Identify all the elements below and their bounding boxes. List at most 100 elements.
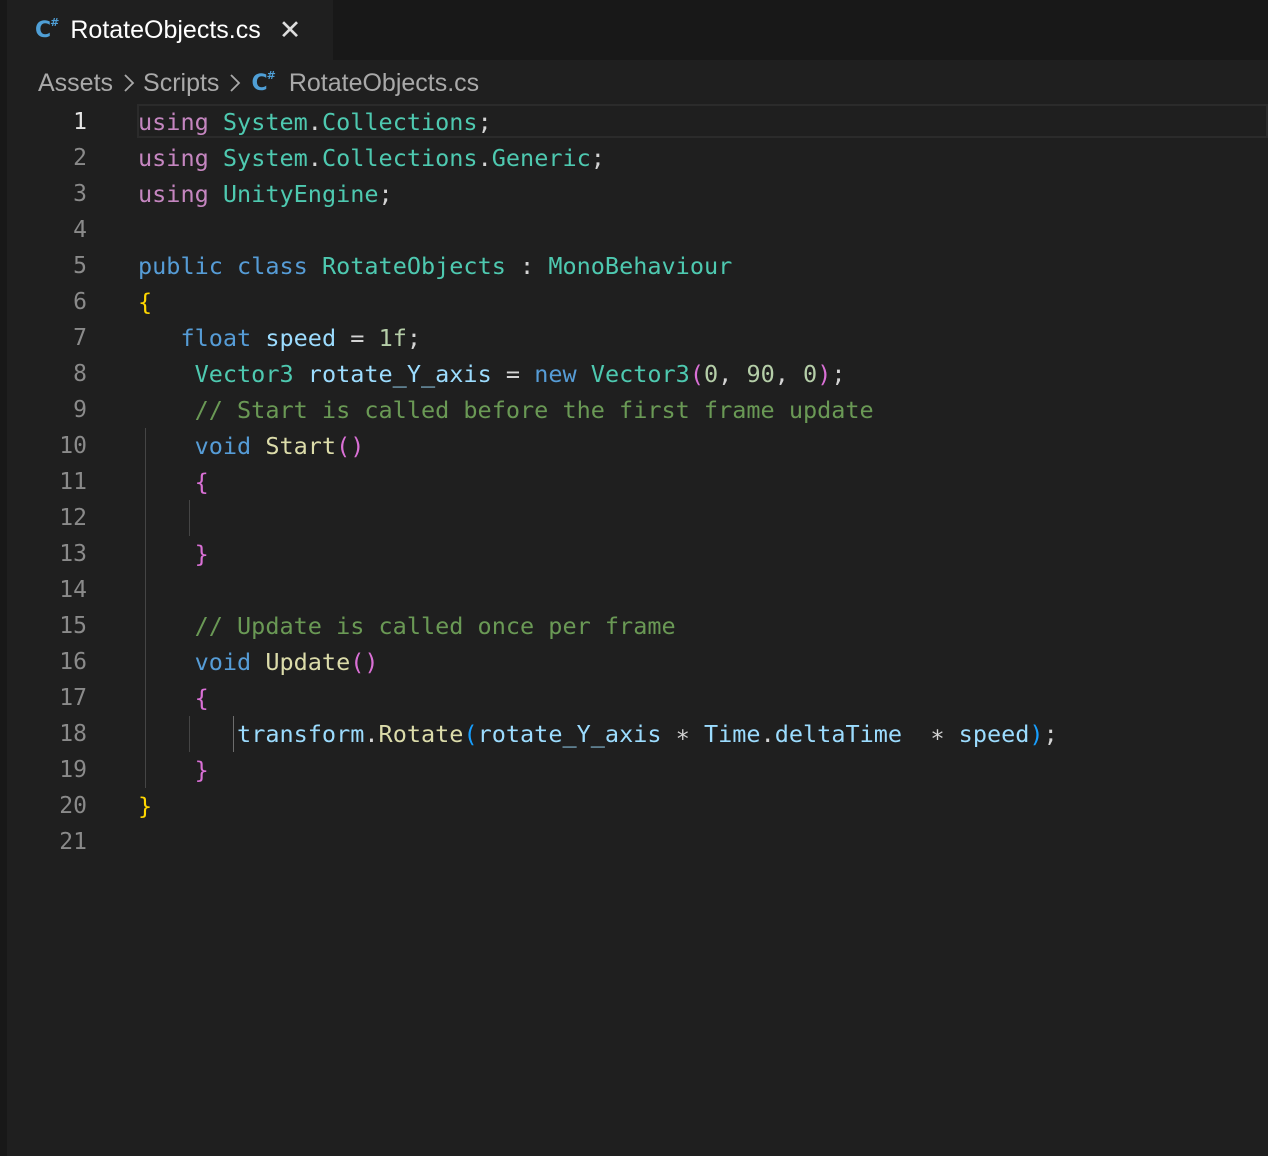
code-token: } xyxy=(194,540,209,568)
code-token: using xyxy=(138,144,209,172)
code-token: ; xyxy=(590,144,605,172)
code-token: float xyxy=(180,324,252,352)
code-line: float speed = 1f; xyxy=(138,320,1058,356)
breadcrumb-item-assets[interactable]: Assets xyxy=(38,69,113,98)
line-number: 8 xyxy=(73,361,87,387)
code-token: rotate_Y_axis xyxy=(477,720,662,748)
code-token: speed xyxy=(958,720,1030,748)
code-token: } xyxy=(138,792,153,820)
code-line: } xyxy=(138,752,1058,788)
code-lines: using System.Collections; using System.Co… xyxy=(138,104,1058,860)
code-token: { xyxy=(194,468,209,496)
code-token: new xyxy=(534,360,577,388)
code-line: Vector3 rotate_Y_axis = new Vector3(0, 9… xyxy=(138,356,1058,392)
line-number: 4 xyxy=(73,217,87,243)
line-number: 15 xyxy=(59,613,87,639)
close-icon[interactable]: ✕ xyxy=(279,16,302,44)
code-token: ; xyxy=(831,360,846,388)
code-token: , xyxy=(718,360,747,388)
code-token: MonoBehaviour xyxy=(548,252,733,280)
line-number: 16 xyxy=(59,649,87,675)
line-number: 13 xyxy=(59,541,87,567)
code-line: using System.Collections.Generic; xyxy=(138,140,1058,176)
code-token: 0 xyxy=(803,360,818,388)
code-line: void Start() xyxy=(138,428,1058,464)
code-token: RotateObjects xyxy=(321,252,506,280)
code-token: Collections xyxy=(321,108,478,136)
code-token: ) xyxy=(1029,720,1044,748)
code-token: , xyxy=(774,360,804,388)
csharp-file-icon: C# xyxy=(35,15,59,43)
code-token: . xyxy=(477,144,492,172)
code-token: . xyxy=(307,108,322,136)
code-token: ) xyxy=(817,360,832,388)
code-token: class xyxy=(237,252,308,280)
breadcrumb-item-scripts[interactable]: Scripts xyxy=(143,69,219,98)
line-number-gutter: 1 2 3 4 5 6 7 8 9 10 11 12 13 14 15 16 17 18 19 20 21 xyxy=(7,104,87,860)
line-number: 1 xyxy=(73,109,87,135)
code-token: using xyxy=(138,108,209,136)
code-token: void xyxy=(194,648,252,676)
code-token: Start xyxy=(265,432,337,460)
code-line: // Start is called before the first fram… xyxy=(138,392,1058,428)
code-line: // Update is called once per frame xyxy=(138,608,1058,644)
code-token: Rotate xyxy=(378,720,464,748)
line-number: 17 xyxy=(59,685,87,711)
code-editor[interactable]: 1 2 3 4 5 6 7 8 9 10 11 12 13 14 15 16 17 18 19 20 21 using … xyxy=(7,104,1268,1156)
code-token: using xyxy=(138,180,209,208)
line-number: 21 xyxy=(59,829,87,855)
csharp-file-icon: C# xyxy=(251,68,275,96)
code-line: } xyxy=(138,536,1058,572)
code-token: Collections xyxy=(321,144,478,172)
code-token: = xyxy=(336,324,379,352)
code-line: transform.Rotate(rotate_Y_axis ∗ Time.de… xyxy=(138,716,1058,752)
tab-rotateobjects[interactable]: C# RotateObjects.cs ✕ xyxy=(7,0,333,60)
code-token: ∗ xyxy=(902,720,959,748)
code-line: void Update() xyxy=(138,644,1058,680)
chevron-right-icon xyxy=(229,73,241,93)
code-token: Vector3 xyxy=(194,360,294,388)
code-token: ; xyxy=(1043,720,1058,748)
chevron-right-icon xyxy=(123,73,135,93)
code-token: Time xyxy=(703,720,761,748)
code-token: : xyxy=(505,252,549,280)
line-number: 5 xyxy=(73,253,87,279)
line-number: 2 xyxy=(73,145,87,171)
code-token: deltaTime xyxy=(774,720,903,748)
code-line: { xyxy=(138,284,1058,320)
code-line: { xyxy=(138,680,1058,716)
code-token: ; xyxy=(406,324,422,352)
code-token: System xyxy=(222,108,308,136)
code-token: transform xyxy=(237,720,365,748)
code-token: = xyxy=(491,360,535,388)
code-line: { xyxy=(138,464,1058,500)
line-number: 6 xyxy=(73,289,87,315)
code-token: UnityEngine xyxy=(222,180,379,208)
breadcrumb-item-file[interactable]: RotateObjects.cs xyxy=(289,69,479,98)
code-token: void xyxy=(194,432,252,460)
code-token: . xyxy=(307,144,322,172)
tab-title: RotateObjects.cs xyxy=(70,15,261,44)
code-token: speed xyxy=(265,324,337,352)
code-line: public class RotateObjects : MonoBehavio… xyxy=(138,248,1058,284)
code-token: Vector3 xyxy=(590,360,690,388)
code-token: ; xyxy=(477,108,492,136)
line-number: 11 xyxy=(59,469,87,495)
code-line: } xyxy=(138,788,1058,824)
line-number: 12 xyxy=(59,505,87,531)
code-token: rotate_Y_axis xyxy=(307,360,492,388)
code-token: public xyxy=(138,252,223,280)
code-token: 90 xyxy=(746,360,775,388)
line-number: 10 xyxy=(59,433,87,459)
